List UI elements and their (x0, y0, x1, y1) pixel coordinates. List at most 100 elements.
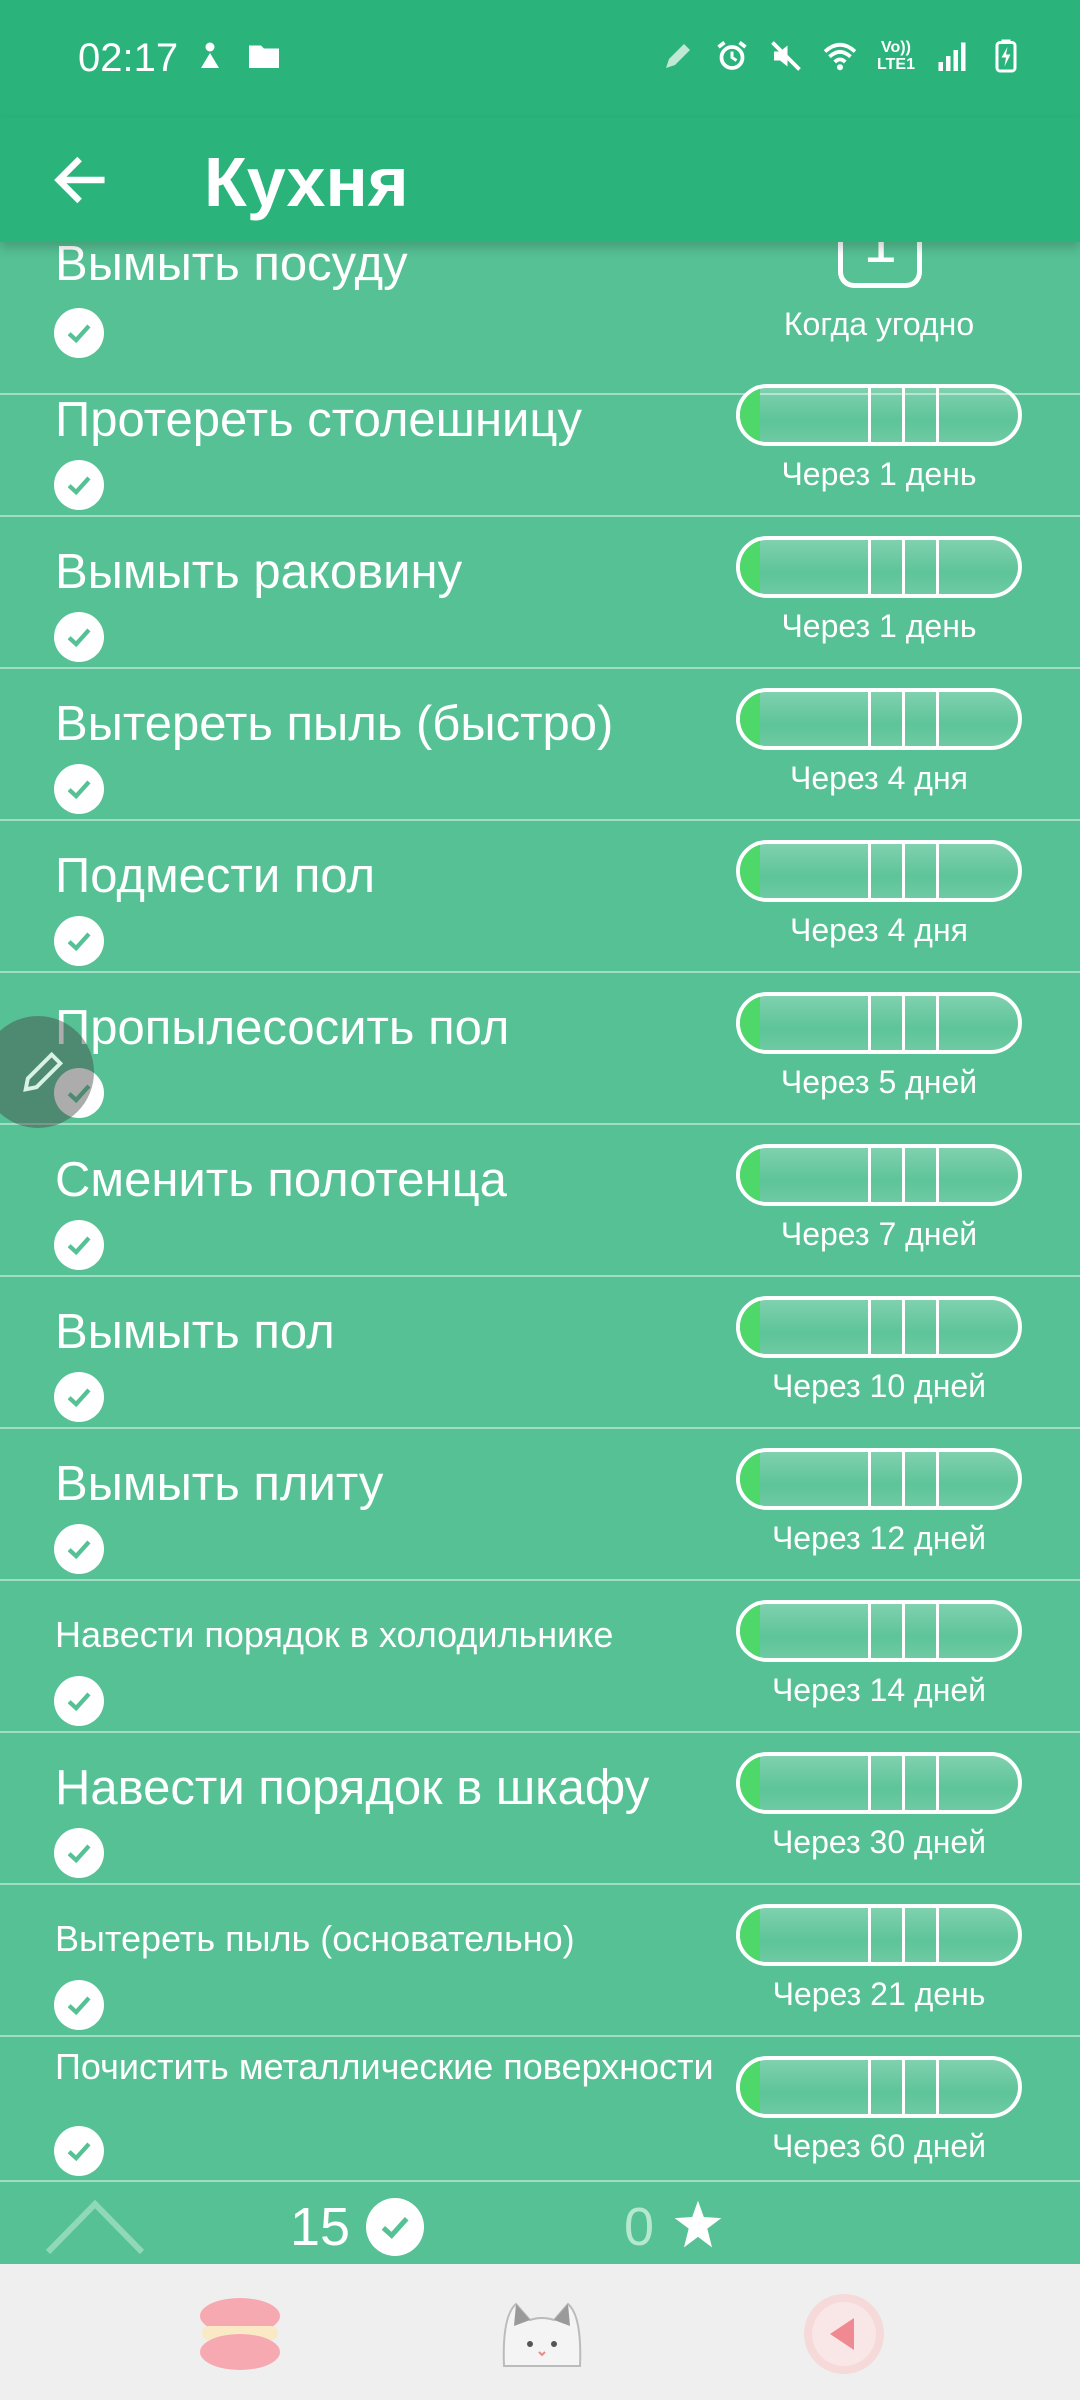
due-label: Через 1 день (781, 608, 977, 644)
task-row[interactable]: Вытереть пыль (быстро) Через 4 дня (0, 668, 1080, 821)
progress-fill (740, 1452, 760, 1506)
task-name: Пропылесосить пол (55, 1001, 510, 1055)
progress-fill (740, 692, 760, 746)
app-bar: Кухня (0, 118, 1080, 242)
progress-fill (740, 1300, 760, 1354)
progress-bar (736, 1296, 1022, 1358)
progress-bar (736, 2056, 1022, 2118)
progress-fill (740, 1756, 760, 1810)
progress-bar (736, 688, 1022, 750)
task-name: Навести порядок в холодильнике (55, 1614, 614, 1655)
app-notification-icon (192, 38, 228, 74)
task-name: Вымыть раковину (55, 545, 463, 599)
due-label: Когда угодно (783, 306, 975, 342)
task-row[interactable]: Протереть столешницу Через 1 день (0, 364, 1080, 517)
task-row[interactable]: Навести порядок в холодильнике Через 14 … (0, 1580, 1080, 1733)
complete-check-icon[interactable] (54, 1524, 104, 1574)
progress-bar (736, 840, 1022, 902)
due-label: Через 14 дней (771, 1672, 987, 1708)
task-name: Вымыть плиту (55, 1457, 384, 1511)
star-count: 0 (624, 2197, 655, 2257)
progress-fill (740, 540, 760, 594)
bottom-nav (0, 2264, 1080, 2400)
task-name: Почистить металлические поверхности (55, 2046, 714, 2087)
complete-check-icon[interactable] (54, 1676, 104, 1726)
complete-check-icon[interactable] (54, 2126, 104, 2176)
chevron-up-icon[interactable] (40, 2184, 150, 2264)
due-label: Через 30 дней (771, 1824, 987, 1860)
star-icon (670, 2194, 726, 2254)
due-label: Через 60 дней (771, 2128, 987, 2164)
due-label: Через 4 дня (790, 912, 968, 948)
progress-bar (736, 992, 1022, 1054)
progress-fill (740, 2060, 760, 2114)
volte-indicator: Vo)) LTE1 (877, 39, 915, 73)
complete-check-icon[interactable] (54, 916, 104, 966)
pencil-icon (23, 1051, 64, 1092)
nav-cat-icon[interactable] (494, 2286, 590, 2382)
task-row[interactable]: Почистить металлические поверхности Чере… (0, 2036, 1080, 2180)
due-label: Через 4 дня (790, 760, 968, 796)
task-row[interactable]: Подмести пол Через 4 дня (0, 820, 1080, 973)
progress-fill (740, 1148, 760, 1202)
due-label: Через 12 дней (771, 1520, 987, 1556)
progress-fill (740, 1908, 760, 1962)
mute-icon (768, 38, 804, 74)
complete-check-icon[interactable] (54, 612, 104, 662)
task-list[interactable]: Вымыть посуду 1 Когда угодно Протереть с… (0, 242, 1080, 2180)
complete-check-icon[interactable] (54, 764, 104, 814)
page-title: Кухня (204, 143, 409, 221)
due-label: Через 7 дней (780, 1216, 978, 1252)
complete-check-icon[interactable] (54, 1220, 104, 1270)
folder-icon (246, 38, 282, 74)
progress-bar (736, 1600, 1022, 1662)
complete-check-icon[interactable] (54, 460, 104, 510)
status-bar: 02:17 Vo)) LTE1 (0, 0, 1080, 118)
due-label: Через 5 дней (780, 1064, 978, 1100)
complete-check-icon[interactable] (54, 308, 104, 358)
status-time: 02:17 (78, 36, 179, 80)
complete-check-icon[interactable] (54, 1980, 104, 2030)
repeat-count-box: 1 (838, 242, 922, 288)
progress-bar (736, 1448, 1022, 1510)
task-row[interactable]: Пропылесосить пол Через 5 дней (0, 972, 1080, 1125)
completed-check-icon (366, 2198, 424, 2256)
completed-count: 15 (290, 2197, 351, 2257)
due-label: Через 10 дней (771, 1368, 987, 1404)
progress-bar (736, 384, 1022, 446)
task-name: Сменить полотенца (55, 1153, 507, 1207)
progress-fill (740, 844, 760, 898)
nav-play-back-icon[interactable] (796, 2286, 892, 2382)
pen-icon (660, 38, 696, 74)
progress-bar (736, 1752, 1022, 1814)
alarm-icon (714, 38, 750, 74)
signal-icon (934, 38, 970, 74)
progress-bar (736, 1144, 1022, 1206)
task-row[interactable]: Вымыть раковину Через 1 день (0, 516, 1080, 669)
task-name: Вымыть пол (55, 1305, 335, 1359)
task-name: Вытереть пыль (основательно) (55, 1918, 575, 1959)
complete-check-icon[interactable] (54, 1828, 104, 1878)
task-row[interactable]: Навести порядок в шкафу Через 30 дней (0, 1732, 1080, 1885)
summary-bar: 15 0 (0, 2180, 1080, 2266)
battery-charging-icon (988, 38, 1024, 74)
due-label: Через 1 день (781, 456, 977, 492)
wifi-icon (822, 38, 858, 74)
task-name: Навести порядок в шкафу (55, 1761, 650, 1815)
progress-fill (740, 996, 760, 1050)
progress-fill (740, 388, 760, 442)
progress-bar (736, 1904, 1022, 1966)
task-name: Вымыть посуду (55, 242, 408, 291)
complete-check-icon[interactable] (54, 1372, 104, 1422)
due-label: Через 21 день (772, 1976, 986, 2012)
task-name: Вытереть пыль (быстро) (55, 697, 614, 751)
progress-fill (740, 1604, 760, 1658)
progress-bar (736, 536, 1022, 598)
task-row[interactable]: Вымыть пол Через 10 дней (0, 1276, 1080, 1429)
back-arrow-icon[interactable] (48, 148, 112, 212)
task-row[interactable]: Вытереть пыль (основательно) Через 21 де… (0, 1884, 1080, 2037)
task-row[interactable]: Вымыть плиту Через 12 дней (0, 1428, 1080, 1581)
nav-macaron-icon[interactable] (192, 2286, 288, 2382)
task-row[interactable]: Сменить полотенца Через 7 дней (0, 1124, 1080, 1277)
task-name: Подмести пол (55, 849, 376, 903)
